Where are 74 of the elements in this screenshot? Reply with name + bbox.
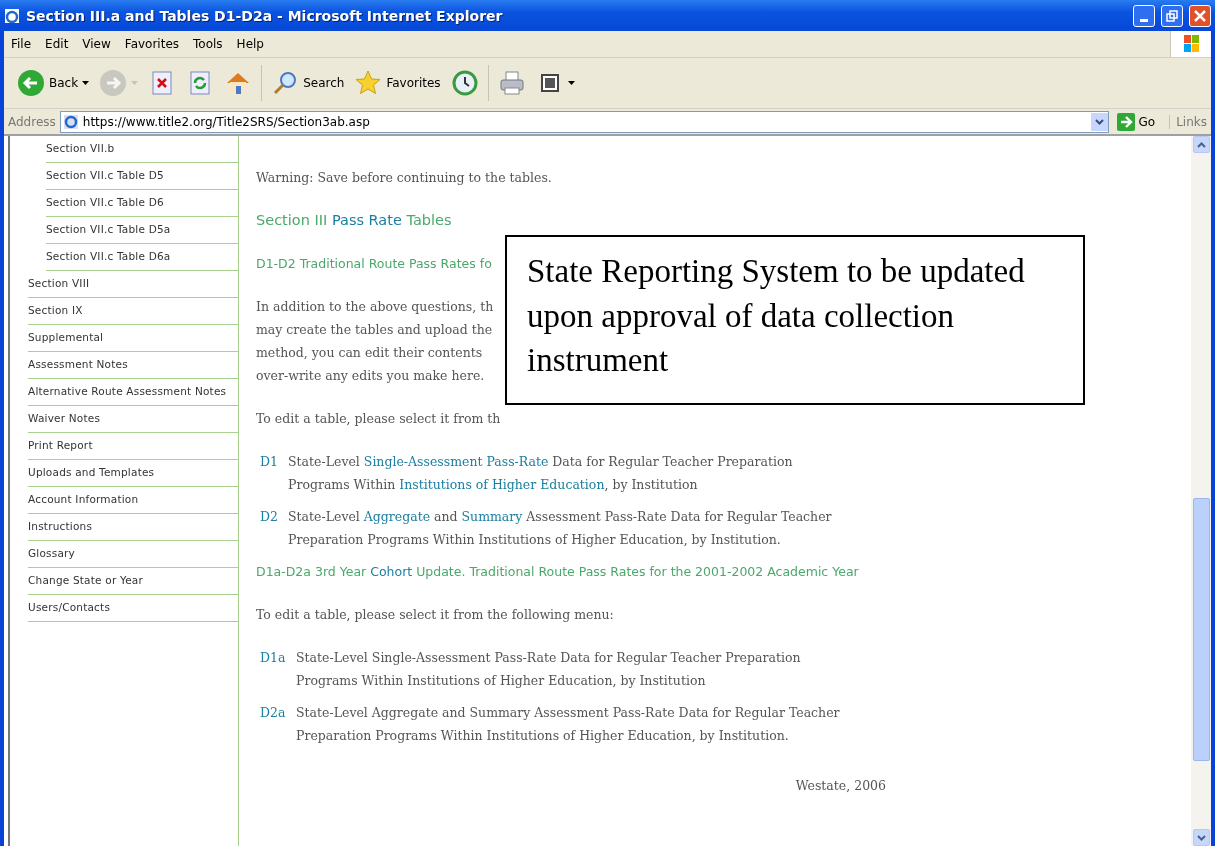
sidebar-item[interactable]: Section IX [28, 298, 238, 325]
sidebar-item[interactable]: Waiver Notes [28, 406, 238, 433]
text-link[interactable]: Institutions of Higher Education [399, 477, 605, 492]
scroll-up-icon[interactable] [1192, 136, 1210, 153]
instruction-text: Warning: Save before continuing to the tables. [256, 169, 552, 187]
minimize-icon [1140, 18, 1148, 22]
favorites-button[interactable]: Favorites [351, 67, 444, 99]
scroll-down-icon[interactable] [1192, 829, 1210, 846]
table-description: State-Level Aggregate and Summary Assessment Pass-Rate Data for Regular Teacher Preparation Programs Within Institutions of Higher Education, by Institution. [288, 508, 833, 549]
text-link[interactable]: Single-Assessment Pass-Rate [363, 454, 549, 469]
printer-icon [497, 69, 526, 97]
text-link[interactable]: Summary [461, 509, 523, 524]
restore-button[interactable] [1161, 4, 1183, 27]
table-code-link[interactable]: D2a [260, 701, 296, 747]
sidebar-item[interactable]: Uploads and Templates [28, 460, 238, 487]
sidebar-item[interactable]: Section VIII [28, 271, 238, 298]
scrollbar[interactable] [1191, 136, 1211, 846]
search-button[interactable]: Search [268, 67, 348, 99]
table-description: State-Level Single-Assessment Pass-Rate Data for Regular Teacher Preparation Programs Within Institutions of Higher Education, by Institution [296, 649, 802, 690]
menu-item[interactable]: File [4, 37, 39, 51]
sidebar-item[interactable]: Change State or Year [28, 568, 238, 595]
sidebar-item[interactable]: Glossary [28, 541, 238, 568]
sidebar-item[interactable]: Alternative Route Assessment Notes [28, 379, 238, 406]
sidebar-item[interactable]: Supplemental [28, 325, 238, 352]
dropdown-icon[interactable] [1090, 112, 1108, 131]
go-button[interactable]: Go [1112, 112, 1166, 131]
notice-box: State Reporting System to be updated upon approval of data collection instrument [505, 235, 1085, 405]
paragraph-line: method, you can edit their contents [256, 344, 484, 362]
text-link[interactable]: Aggregate [363, 509, 431, 524]
arrow-icon [1116, 112, 1135, 131]
section-heading: Section III Pass Rate Tables [256, 211, 452, 230]
back-button[interactable]: Back [14, 67, 93, 99]
sidebar-item[interactable]: Print Report [28, 433, 238, 460]
sidebar-item[interactable]: Account Information [28, 487, 238, 514]
credit-text: Westate, 2006 [794, 777, 887, 795]
star-icon [354, 69, 383, 97]
address-label: Address [8, 114, 56, 129]
text-link[interactable]: Cohort [370, 564, 413, 579]
restore-icon [1166, 9, 1178, 22]
scroll-thumb[interactable] [1192, 498, 1210, 761]
menu-item[interactable]: Edit [38, 37, 76, 51]
table-description: State-Level Aggregate and Summary Assessment Pass-Rate Data for Regular Teacher Preparation Programs Within Institutions of Higher Education, by Institution. [296, 704, 841, 745]
close-button[interactable] [1189, 4, 1211, 27]
paragraph-line: over-write any edits you make here. [256, 367, 486, 385]
menu-item[interactable]: View [75, 37, 118, 51]
menu-item[interactable]: Favorites [117, 37, 187, 51]
close-icon [1194, 9, 1206, 22]
windows-flag-icon [1170, 31, 1211, 57]
clock-icon [450, 69, 479, 97]
instruction-text: To edit a table, please select it from th [256, 410, 501, 428]
links-label[interactable]: Links [1169, 114, 1207, 129]
table-code-link[interactable]: D1a [260, 646, 296, 692]
address-field[interactable]: https://www.title2.org/Title2SRS/Section3ab.asp [59, 110, 1109, 133]
minimize-button[interactable] [1133, 4, 1155, 27]
table-description: State-Level Single-Assessment Pass-Rate Data for Regular Teacher Preparation Programs Within Institutions of Higher Education, by Institution [288, 453, 794, 494]
menu-item[interactable]: Tools [186, 37, 230, 51]
text-link[interactable]: Pass Rate [331, 212, 402, 228]
window-title: Section III.a and Tables D1-D2a - Microsoft Internet Explorer [26, 7, 504, 24]
subsection-heading: D1a-D2a 3rd Year Cohort Update. Traditional Route Pass Rates for the 2001-2002 Academic Year [256, 563, 859, 581]
sidebar-item[interactable]: Section VII.c Table D5a [46, 217, 238, 244]
sidebar-item[interactable]: Instructions [28, 514, 238, 541]
sidebar-item[interactable]: Assessment Notes [28, 352, 238, 379]
table-code-link[interactable]: D2 [260, 505, 288, 551]
sidebar-item[interactable]: Section VII.c Table D6a [46, 244, 238, 271]
sidebar-item[interactable]: Users/Contacts [28, 595, 238, 622]
paragraph-line: In addition to the above questions, th [256, 298, 494, 316]
table-code-link[interactable]: D1 [260, 450, 288, 496]
subsection-heading: D1-D2 Traditional Route Pass Rates fo [256, 255, 492, 273]
sidebar-item[interactable]: Section VII.b [46, 136, 238, 163]
sidebar-item[interactable]: Section VII.c Table D5 [46, 163, 238, 190]
instruction-text: To edit a table, please select it from the following menu: [256, 606, 614, 624]
menu-item[interactable]: Help [229, 37, 271, 51]
paragraph-line: may create the tables and upload the [256, 321, 494, 339]
sidebar-item[interactable]: Section VII.c Table D6 [46, 190, 238, 217]
